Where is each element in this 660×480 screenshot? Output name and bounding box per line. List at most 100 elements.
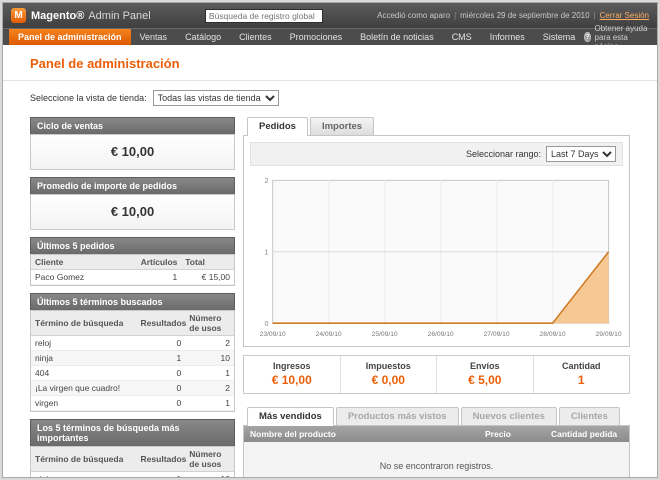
tab-nuevos-clientes[interactable]: Nuevos clientes <box>461 407 557 425</box>
tab-label: Importes <box>322 121 362 132</box>
stat-cantidad: Cantidad 1 <box>533 356 630 393</box>
stat-value: € 0,00 <box>341 373 437 387</box>
column-header: Término de búsqueda <box>31 311 137 336</box>
stat-ingresos: Ingresos € 10,00 <box>244 356 340 393</box>
term-cell: ¡La virgen que cuadro! <box>31 381 137 396</box>
tab-importes[interactable]: Importes <box>310 117 374 135</box>
uses-cell: 2 <box>185 381 234 396</box>
uses-cell: 1 <box>185 396 234 411</box>
products-table-header: Nombre del producto Precio Cantidad pedi… <box>244 426 629 442</box>
results-cell: 1 <box>137 472 186 478</box>
nav-item-informes[interactable]: Informes <box>481 29 534 45</box>
nav-item-label: Sistema <box>543 32 576 42</box>
svg-text:1: 1 <box>265 247 269 256</box>
last-orders-title: Últimos 5 pedidos <box>30 237 235 254</box>
column-header: Cliente <box>31 255 137 270</box>
store-view-select[interactable]: Todas las vistas de tienda <box>153 90 279 106</box>
nav-item-label: Clientes <box>239 32 272 42</box>
tab-clientes[interactable]: Clientes <box>559 407 620 425</box>
help-icon: ? <box>584 32 590 42</box>
store-view-label: Seleccione la vista de tienda: <box>30 93 147 103</box>
average-orders-title: Promedio de importe de pedidos <box>30 177 235 194</box>
svg-text:2: 2 <box>265 176 269 185</box>
lifetime-sales-box: Ciclo de ventas € 10,00 <box>30 117 235 170</box>
page-help-link[interactable]: ? Obtener ayuda para esta página <box>584 29 651 45</box>
results-cell: 0 <box>137 396 186 411</box>
term-cell: virgen <box>31 396 137 411</box>
nav-item-ventas[interactable]: Ventas <box>131 29 177 45</box>
uses-cell: 1 <box>185 366 234 381</box>
table-row: reloj02 <box>31 336 234 351</box>
svg-text:27/09/10: 27/09/10 <box>484 331 510 338</box>
admin-panel-window: M Magento® Admin Panel Accedió como apar… <box>2 2 658 478</box>
global-search-input[interactable] <box>205 9 323 23</box>
magento-logo-icon: M <box>11 8 26 23</box>
table-row: ¡La virgen que cuadro!02 <box>31 381 234 396</box>
empty-records-message: No se encontraron registros. <box>244 442 629 477</box>
top-search-box: Los 5 términos de búsqueda más important… <box>30 419 235 477</box>
term-cell: ninja <box>31 472 137 478</box>
nav-item-dashboard[interactable]: Panel de administración <box>9 29 131 45</box>
nav-item-clientes[interactable]: Clientes <box>230 29 281 45</box>
tab-pedidos[interactable]: Pedidos <box>247 117 308 136</box>
header-separator: | <box>454 11 456 20</box>
svg-text:23/09/10: 23/09/10 <box>260 331 286 338</box>
main-nav: Panel de administración Ventas Catálogo … <box>3 28 657 45</box>
nav-item-label: CMS <box>452 32 472 42</box>
results-cell: 0 <box>137 366 186 381</box>
page-title: Panel de administración <box>30 56 630 71</box>
column-header: Número de usos <box>185 311 234 336</box>
range-label: Seleccionar rango: <box>466 149 541 159</box>
table-row: ninja110 <box>31 472 234 478</box>
nav-item-label: Panel de administración <box>18 32 122 42</box>
column-header: Artículos <box>137 255 182 270</box>
total-cell: € 15,00 <box>181 270 234 285</box>
tab-productos-mas-vistos[interactable]: Productos más vistos <box>336 407 459 425</box>
stat-label: Envíos <box>437 361 533 371</box>
nav-item-catalogo[interactable]: Catálogo <box>176 29 230 45</box>
nav-item-cms[interactable]: CMS <box>443 29 481 45</box>
uses-cell: 10 <box>185 472 234 478</box>
tab-label: Clientes <box>571 411 608 422</box>
logout-link[interactable]: Cerrar Sesión <box>600 11 649 20</box>
column-header: Término de búsqueda <box>31 447 137 472</box>
tab-label: Más vendidos <box>259 411 322 422</box>
results-cell: 0 <box>137 336 186 351</box>
stat-envios: Envíos € 5,00 <box>436 356 533 393</box>
column-header: Total <box>181 255 234 270</box>
store-view-filter: Seleccione la vista de tienda: Todas las… <box>30 90 630 106</box>
stat-value: 1 <box>534 373 630 387</box>
uses-cell: 10 <box>185 351 234 366</box>
header-separator: | <box>594 11 596 20</box>
results-cell: 1 <box>137 351 186 366</box>
nav-item-boletin[interactable]: Boletín de noticias <box>351 29 443 45</box>
table-row: ninja110 <box>31 351 234 366</box>
products-tabs: Más vendidos Productos más vistos Nuevos… <box>243 407 630 425</box>
tab-label: Pedidos <box>259 121 296 132</box>
term-cell: ninja <box>31 351 137 366</box>
range-bar: Seleccionar rango: Last 7 Days <box>250 142 623 166</box>
chart-tabs: Pedidos Importes <box>243 117 630 135</box>
tab-label: Nuevos clientes <box>473 411 545 422</box>
svg-text:26/09/10: 26/09/10 <box>428 331 454 338</box>
nav-item-label: Catálogo <box>185 32 221 42</box>
svg-text:25/09/10: 25/09/10 <box>372 331 398 338</box>
tab-mas-vendidos[interactable]: Más vendidos <box>247 407 334 426</box>
nav-item-promociones[interactable]: Promociones <box>281 29 352 45</box>
top-search-table: Término de búsqueda Resultados Número de… <box>31 447 234 477</box>
dashboard-main: Pedidos Importes Seleccionar rango: Last… <box>243 117 630 477</box>
average-orders-box: Promedio de importe de pedidos € 10,00 <box>30 177 235 230</box>
lifetime-sales-title: Ciclo de ventas <box>30 117 235 134</box>
nav-item-sistema[interactable]: Sistema <box>534 29 585 45</box>
last-search-box: Últimos 5 términos buscados Término de b… <box>30 293 235 412</box>
logged-in-as: Accedió como aparo <box>377 11 450 20</box>
average-orders-value: € 10,00 <box>31 195 234 229</box>
svg-text:28/09/10: 28/09/10 <box>540 331 566 338</box>
range-select[interactable]: Last 7 Days <box>546 146 616 162</box>
current-date: miércoles 29 de septiembre de 2010 <box>460 11 589 20</box>
column-header: Precio <box>479 426 545 442</box>
lifetime-sales-value: € 10,00 <box>31 135 234 169</box>
stat-label: Cantidad <box>534 361 630 371</box>
term-cell: reloj <box>31 336 137 351</box>
orders-chart: 23/09/1024/09/1025/09/1026/09/1027/09/10… <box>250 172 623 340</box>
